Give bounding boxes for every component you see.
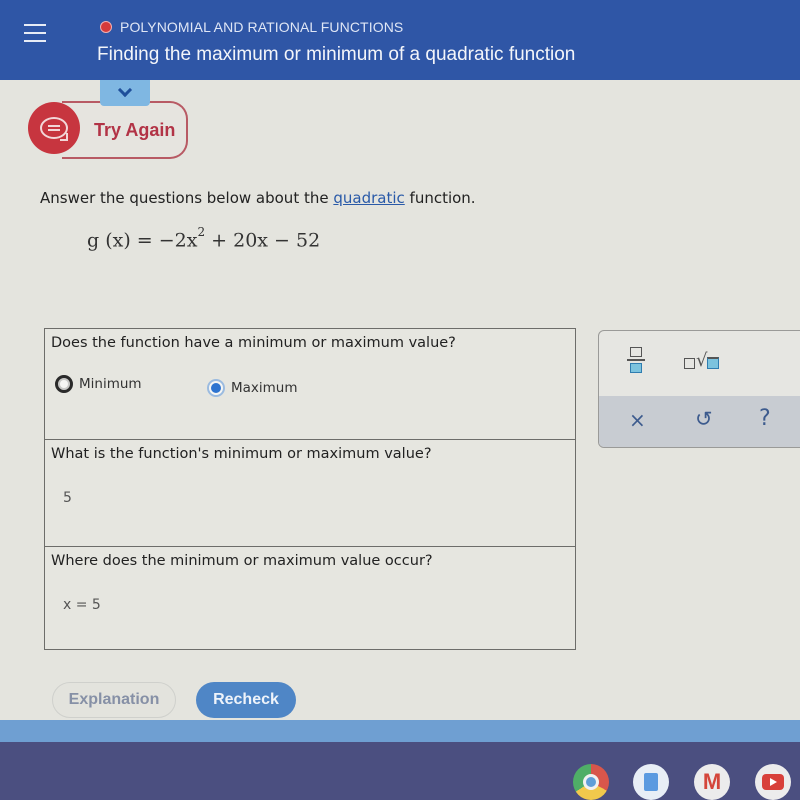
instruction-prefix: Answer the questions below about the bbox=[40, 189, 334, 207]
instruction-suffix: function. bbox=[404, 189, 476, 207]
youtube-icon[interactable] bbox=[755, 764, 791, 800]
topic-row: POLYNOMIAL AND RATIONAL FUNCTIONS bbox=[100, 19, 403, 35]
recheck-button[interactable]: Recheck bbox=[196, 682, 296, 718]
fraction-icon[interactable] bbox=[627, 347, 645, 373]
topic-status-dot-icon bbox=[100, 21, 112, 33]
equation-rhs: + 20x − 52 bbox=[205, 229, 321, 252]
extreme-value-answer[interactable]: 5 bbox=[63, 490, 72, 506]
undo-icon[interactable]: ↺ bbox=[695, 407, 713, 431]
hamburger-menu-icon[interactable] bbox=[24, 24, 48, 44]
collapse-feedback-button[interactable] bbox=[100, 80, 150, 106]
quadratic-link[interactable]: quadratic bbox=[333, 189, 404, 207]
question-prompt: Where does the minimum or maximum value … bbox=[51, 553, 433, 569]
question-min-or-max: Does the function have a minimum or maxi… bbox=[45, 329, 575, 440]
top-header: POLYNOMIAL AND RATIONAL FUNCTIONS Findin… bbox=[0, 0, 800, 80]
equation-lhs: g (x) = −2x bbox=[87, 229, 198, 252]
radio-label-minimum: Minimum bbox=[79, 376, 142, 392]
os-shelf bbox=[0, 742, 800, 800]
files-icon[interactable] bbox=[633, 764, 669, 800]
radio-label-maximum: Maximum bbox=[231, 380, 298, 396]
help-icon[interactable]: ? bbox=[759, 406, 771, 431]
question-extreme-value: What is the function's minimum or maximu… bbox=[45, 440, 575, 547]
radio-selected-icon[interactable] bbox=[207, 379, 225, 397]
chat-bubble-icon bbox=[28, 102, 80, 154]
chevron-down-icon bbox=[117, 82, 133, 98]
try-again-label: Try Again bbox=[94, 119, 176, 140]
function-equation: g (x) = −2x2 + 20x − 52 bbox=[87, 225, 321, 252]
math-keypad: √ × ↺ ? bbox=[598, 330, 800, 448]
try-again-banner[interactable]: Try Again bbox=[62, 101, 188, 159]
question-panel: Does the function have a minimum or maxi… bbox=[44, 328, 576, 650]
footer-bar bbox=[0, 720, 800, 742]
gmail-icon[interactable]: M bbox=[694, 764, 730, 800]
equation-exponent: 2 bbox=[197, 225, 206, 239]
instructions: Answer the questions below about the qua… bbox=[40, 189, 476, 207]
question-extreme-location: Where does the minimum or maximum value … bbox=[45, 547, 575, 648]
chrome-icon[interactable] bbox=[573, 764, 609, 800]
extreme-location-answer[interactable]: x = 5 bbox=[63, 597, 101, 613]
radio-minimum[interactable]: Minimum bbox=[55, 375, 142, 393]
radio-unselected-icon[interactable] bbox=[55, 375, 73, 393]
question-prompt: Does the function have a minimum or maxi… bbox=[51, 335, 456, 351]
topic-label: POLYNOMIAL AND RATIONAL FUNCTIONS bbox=[120, 19, 404, 35]
radio-maximum[interactable]: Maximum bbox=[207, 379, 298, 397]
clear-icon[interactable]: × bbox=[629, 408, 646, 432]
explanation-button[interactable]: Explanation bbox=[52, 682, 176, 718]
question-prompt: What is the function's minimum or maximu… bbox=[51, 446, 432, 462]
page-title: Finding the maximum or minimum of a quad… bbox=[97, 44, 576, 65]
nth-root-icon[interactable]: √ bbox=[684, 352, 720, 370]
